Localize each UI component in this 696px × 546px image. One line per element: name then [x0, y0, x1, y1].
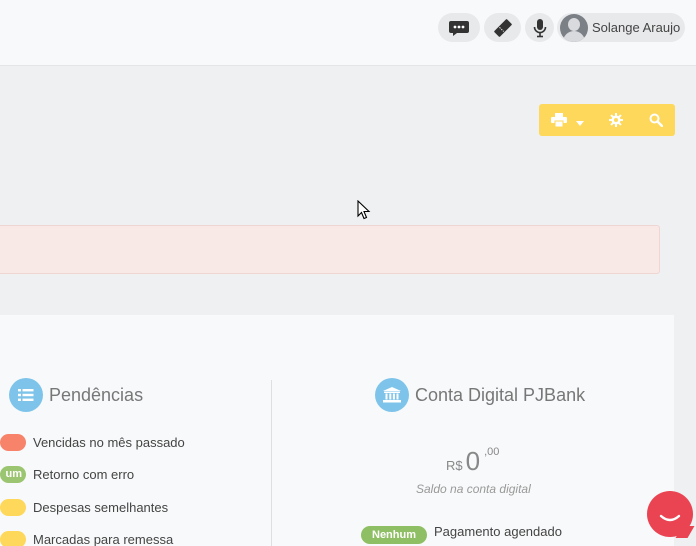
mouse-cursor-icon	[357, 200, 371, 220]
action-toolbar	[539, 104, 675, 136]
settings-button[interactable]	[596, 104, 636, 136]
balance-caption: Saldo na conta digital	[416, 482, 531, 496]
list-item[interactable]: Marcadas para remessa	[0, 529, 173, 546]
chat-widget-button[interactable]	[647, 491, 693, 537]
caret-down-icon	[576, 120, 584, 126]
pendencia-label: Retorno com erro	[33, 466, 135, 482]
list-item[interactable]: Vencidas no mês passado	[0, 432, 185, 452]
printer-icon	[551, 113, 567, 127]
conta-digital-header: Conta Digital PJBank	[375, 378, 585, 412]
status-badge: um	[0, 465, 26, 483]
alert-banner	[0, 225, 660, 274]
list-icon	[9, 378, 43, 412]
print-dropdown-button[interactable]	[539, 104, 596, 136]
agendado-badge: Nenhum	[361, 526, 427, 544]
status-badge	[0, 433, 26, 451]
microphone-button[interactable]	[525, 13, 554, 42]
user-name: Solange Araujo	[592, 20, 681, 35]
conta-digital-title: Conta Digital PJBank	[415, 384, 586, 405]
panel-divider	[271, 380, 272, 546]
agendado-label[interactable]: Pagamento agendado	[434, 524, 562, 539]
gear-icon	[609, 113, 623, 127]
pendencia-label: Despesas semelhantes	[33, 499, 169, 515]
account-balance: R$ 0 ,00	[446, 446, 499, 476]
ticket-button[interactable]	[484, 13, 521, 42]
list-item[interactable]: um Retorno com erro	[0, 464, 134, 484]
microphone-icon	[533, 18, 546, 37]
search-icon	[649, 113, 663, 127]
user-menu[interactable]: Solange Araujo	[557, 13, 685, 42]
ticket-icon	[493, 18, 512, 37]
balance-currency: R$	[446, 458, 463, 473]
user-avatar	[560, 13, 588, 42]
top-navbar: Solange Araujo	[0, 0, 696, 66]
pendencias-header: Pendências	[9, 378, 143, 412]
status-badge	[0, 498, 26, 516]
balance-decimal: ,00	[484, 446, 500, 458]
search-button[interactable]	[636, 104, 675, 136]
smile-icon	[659, 514, 681, 522]
chat-icon	[449, 20, 469, 36]
balance-integer: 0	[465, 446, 481, 476]
list-item[interactable]: Despesas semelhantes	[0, 497, 168, 517]
pendencia-label: Vencidas no mês passado	[33, 434, 185, 450]
pendencias-title: Pendências	[49, 384, 144, 405]
bank-icon	[375, 378, 409, 412]
pendencia-label: Marcadas para remessa	[33, 531, 174, 546]
chat-button[interactable]	[438, 13, 480, 42]
status-badge	[0, 530, 26, 546]
